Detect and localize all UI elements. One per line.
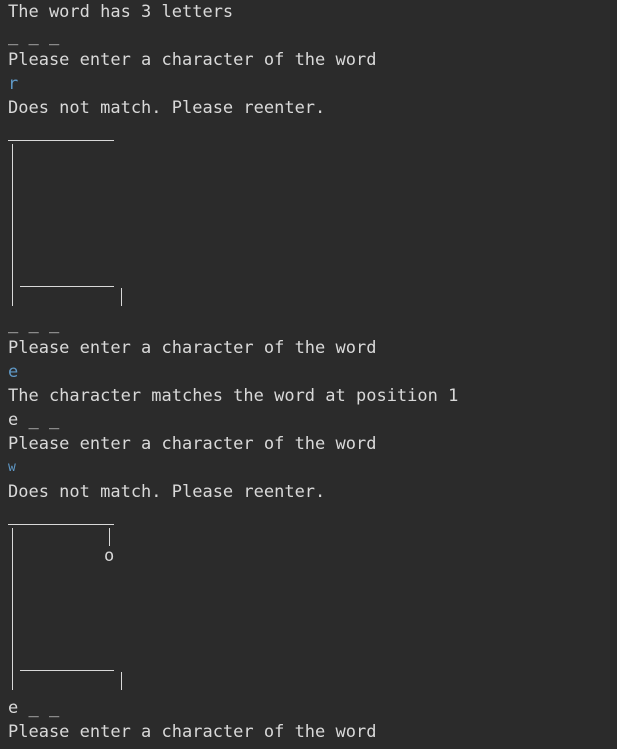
gallows-drawing bbox=[0, 120, 617, 312]
hangman-head: o bbox=[104, 546, 115, 566]
result-text: The character matches the word at positi… bbox=[8, 386, 459, 406]
console-output: The word has 3 letters _ _ _ Please ente… bbox=[0, 0, 617, 749]
prompt-text: Please enter a character of the word bbox=[8, 722, 377, 742]
prompt-text: Please enter a character of the word bbox=[8, 50, 377, 70]
word-blanks: e _ _ bbox=[8, 410, 60, 430]
user-input-line: w bbox=[8, 460, 16, 475]
gallows-rope bbox=[109, 528, 110, 546]
gallows-top-bar bbox=[8, 140, 114, 141]
gallows-base-bar bbox=[20, 670, 114, 671]
gallows-base-right bbox=[121, 288, 122, 306]
word-blanks: e _ _ bbox=[8, 698, 60, 718]
gallows-top-bar bbox=[8, 524, 114, 525]
gallows-post bbox=[12, 144, 13, 306]
gallows-base-bar bbox=[20, 286, 114, 287]
result-text: Does not match. Please reenter. bbox=[8, 98, 326, 118]
user-input-line: e bbox=[8, 362, 19, 382]
word-blanks: _ _ _ bbox=[8, 314, 60, 334]
gallows-post bbox=[12, 528, 13, 690]
prompt-text: Please enter a character of the word bbox=[8, 338, 377, 358]
prompt-text: Please enter a character of the word bbox=[8, 434, 377, 454]
gallows-drawing: o bbox=[0, 504, 617, 696]
gallows-base-right bbox=[121, 672, 122, 690]
user-input-line: r bbox=[8, 74, 19, 94]
intro-text: The word has 3 letters bbox=[8, 2, 234, 22]
word-blanks: _ _ _ bbox=[8, 26, 60, 46]
result-text: Does not match. Please reenter. bbox=[8, 482, 326, 502]
